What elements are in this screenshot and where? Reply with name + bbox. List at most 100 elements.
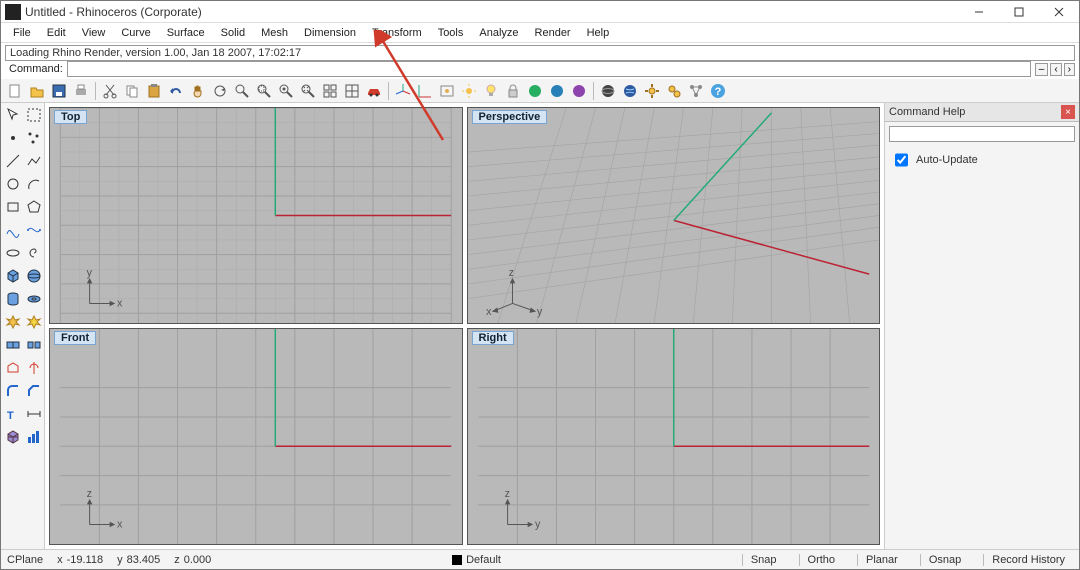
viewport-front-label[interactable]: Front — [54, 331, 96, 345]
pan-hand-icon[interactable] — [188, 81, 208, 101]
mesh-icon[interactable] — [3, 427, 23, 447]
named-view-icon[interactable] — [437, 81, 457, 101]
viewport-perspective[interactable]: z y x Perspective — [467, 107, 881, 324]
status-layer[interactable]: Default — [452, 554, 501, 566]
options-gear-icon[interactable] — [642, 81, 662, 101]
extrude-icon[interactable] — [3, 358, 23, 378]
viewport-perspective-label[interactable]: Perspective — [472, 110, 548, 124]
cplane-xy-icon[interactable] — [415, 81, 435, 101]
copy-icon[interactable] — [122, 81, 142, 101]
maximize-button[interactable] — [999, 1, 1039, 23]
new-icon[interactable] — [5, 81, 25, 101]
zoom-selected-icon[interactable] — [276, 81, 296, 101]
scroll-left-icon[interactable]: ‹ — [1050, 63, 1061, 76]
status-osnap[interactable]: Osnap — [920, 554, 969, 566]
menu-tools[interactable]: Tools — [430, 25, 472, 41]
status-record-history[interactable]: Record History — [983, 554, 1073, 566]
viewport-front[interactable]: x z Front — [49, 328, 463, 545]
polyline-icon[interactable] — [24, 151, 44, 171]
save-icon[interactable] — [49, 81, 69, 101]
cylinder-icon[interactable] — [3, 289, 23, 309]
curve-icon[interactable] — [3, 220, 23, 240]
light-icon[interactable] — [481, 81, 501, 101]
help-panel-close-icon[interactable]: × — [1061, 105, 1075, 119]
dim-icon[interactable] — [24, 404, 44, 424]
torus-icon[interactable] — [24, 289, 44, 309]
auto-update-checkbox[interactable]: Auto-Update — [891, 148, 1073, 172]
sphere-icon[interactable] — [24, 266, 44, 286]
status-planar[interactable]: Planar — [857, 554, 906, 566]
globe-blue-icon[interactable] — [620, 81, 640, 101]
text-icon[interactable]: T — [3, 404, 23, 424]
menu-analyze[interactable]: Analyze — [471, 25, 526, 41]
four-view-icon[interactable] — [342, 81, 362, 101]
line-icon[interactable] — [3, 151, 23, 171]
status-cplane[interactable]: CPlane — [7, 554, 43, 566]
render-blue-icon[interactable] — [547, 81, 567, 101]
join-icon[interactable] — [24, 312, 44, 332]
explode-icon[interactable] — [3, 312, 23, 332]
menu-dimension[interactable]: Dimension — [296, 25, 364, 41]
auto-update-checkbox-input[interactable] — [895, 152, 908, 168]
zoom-window-icon[interactable] — [254, 81, 274, 101]
fillet-icon[interactable] — [3, 381, 23, 401]
scroll-min-icon[interactable]: – — [1035, 63, 1049, 76]
viewport-top[interactable]: x y Top — [49, 107, 463, 324]
spiral-icon[interactable] — [24, 243, 44, 263]
cut-icon[interactable] — [100, 81, 120, 101]
minimize-button[interactable] — [959, 1, 999, 23]
car-icon[interactable] — [364, 81, 384, 101]
close-button[interactable] — [1039, 1, 1079, 23]
menu-solid[interactable]: Solid — [213, 25, 253, 41]
menu-render[interactable]: Render — [527, 25, 579, 41]
scroll-right-icon[interactable]: › — [1064, 63, 1075, 76]
help-question-icon[interactable]: ? — [708, 81, 728, 101]
status-snap[interactable]: Snap — [742, 554, 785, 566]
zoom-extents-icon[interactable] — [298, 81, 318, 101]
globe-dark-icon[interactable] — [598, 81, 618, 101]
console-scroll[interactable]: – ‹ › — [1035, 63, 1075, 76]
network-icon[interactable] — [686, 81, 706, 101]
box-icon[interactable] — [3, 266, 23, 286]
menu-file[interactable]: File — [5, 25, 39, 41]
chamfer-icon[interactable] — [24, 381, 44, 401]
interp-curve-icon[interactable] — [24, 220, 44, 240]
render-green-icon[interactable] — [525, 81, 545, 101]
lock-icon[interactable] — [503, 81, 523, 101]
properties-gears-icon[interactable] — [664, 81, 684, 101]
zoom-icon[interactable] — [232, 81, 252, 101]
viewport-right[interactable]: y z Right — [467, 328, 881, 545]
render-purple-icon[interactable] — [569, 81, 589, 101]
cplane-3axis-icon[interactable] — [393, 81, 413, 101]
rotate-view-icon[interactable] — [210, 81, 230, 101]
ungroup-icon[interactable] — [24, 335, 44, 355]
zoom-extents-all-icon[interactable] — [320, 81, 340, 101]
rectangle-icon[interactable] — [3, 197, 23, 217]
group-icon[interactable] — [3, 335, 23, 355]
arc-icon[interactable] — [24, 174, 44, 194]
menu-curve[interactable]: Curve — [113, 25, 158, 41]
menu-help[interactable]: Help — [579, 25, 618, 41]
paste-icon[interactable] — [144, 81, 164, 101]
menu-edit[interactable]: Edit — [39, 25, 74, 41]
menu-transform[interactable]: Transform — [364, 25, 430, 41]
polygon-icon[interactable] — [24, 197, 44, 217]
menu-mesh[interactable]: Mesh — [253, 25, 296, 41]
lasso-icon[interactable] — [24, 105, 44, 125]
circle-icon[interactable] — [3, 174, 23, 194]
revolve-icon[interactable] — [24, 358, 44, 378]
status-ortho[interactable]: Ortho — [799, 554, 844, 566]
analyze-icon[interactable] — [24, 427, 44, 447]
menu-view[interactable]: View — [74, 25, 114, 41]
point-icon[interactable] — [3, 128, 23, 148]
points-icon[interactable] — [24, 128, 44, 148]
help-search-input[interactable] — [889, 126, 1075, 142]
undo-icon[interactable] — [166, 81, 186, 101]
command-input[interactable] — [67, 61, 1031, 77]
menu-surface[interactable]: Surface — [159, 25, 213, 41]
viewport-top-label[interactable]: Top — [54, 110, 87, 124]
ellipse-icon[interactable] — [3, 243, 23, 263]
viewport-right-label[interactable]: Right — [472, 331, 514, 345]
print-icon[interactable] — [71, 81, 91, 101]
open-icon[interactable] — [27, 81, 47, 101]
